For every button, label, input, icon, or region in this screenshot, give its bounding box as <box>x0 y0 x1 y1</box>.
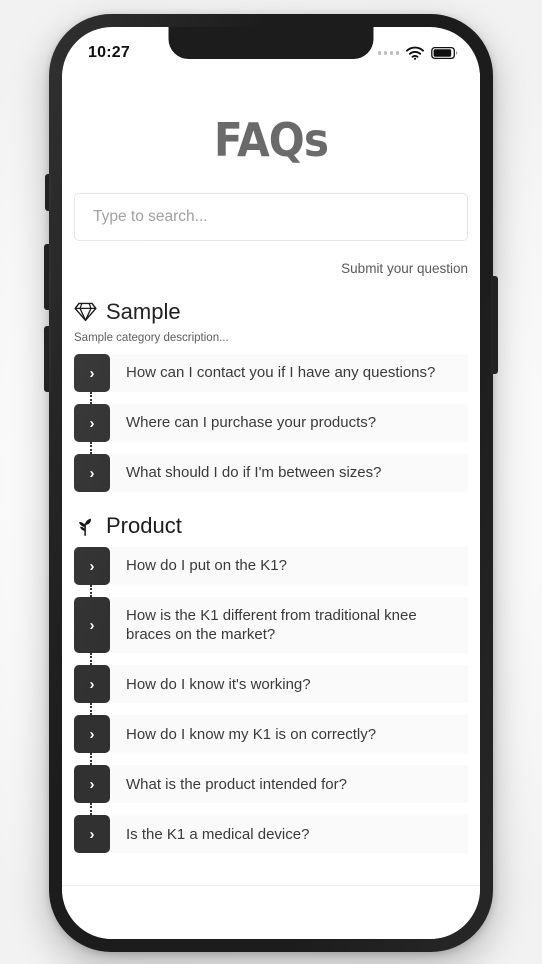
search-container <box>62 193 480 241</box>
submit-question-container: Submit your question <box>62 260 480 278</box>
faq-row[interactable]: › How is the K1 different from tradition… <box>74 597 468 666</box>
faq-question-text[interactable]: How do I know it's working? <box>110 665 468 703</box>
expand-chevron-icon[interactable]: › <box>74 547 110 585</box>
diamond-icon <box>74 302 97 322</box>
expand-chevron-icon[interactable]: › <box>74 815 110 854</box>
battery-icon <box>431 46 458 60</box>
status-time: 10:27 <box>88 44 130 61</box>
phone-device-frame: 10:27 FAQs Type to search... Submit your… <box>44 14 498 952</box>
question-list-sample: › How can I contact you if I have any qu… <box>62 354 480 492</box>
screen-notch <box>168 27 374 59</box>
faq-question-text[interactable]: Is the K1 a medical device? <box>110 815 468 853</box>
signal-dots-icon <box>377 51 399 55</box>
faq-page-content: FAQs Submit your question Sample Sample … <box>62 73 480 939</box>
category-header-sample: Sample <box>62 300 480 323</box>
faq-question-text[interactable]: How do I know my K1 is on correctly? <box>110 715 468 753</box>
faq-row[interactable]: › Is the K1 a medical device? <box>74 815 468 854</box>
category-product: Product › How do I put on the K1? › How … <box>62 514 480 854</box>
category-name: Sample <box>106 298 181 324</box>
faq-row[interactable]: › What is the product intended for? <box>74 765 468 816</box>
expand-chevron-icon[interactable]: › <box>74 665 110 704</box>
expand-chevron-icon[interactable]: › <box>74 597 110 654</box>
status-indicators <box>377 46 459 60</box>
volume-up-button[interactable] <box>44 244 51 310</box>
faq-question-text[interactable]: How is the K1 different from traditional… <box>110 597 468 653</box>
faq-row[interactable]: › How do I know my K1 is on correctly? <box>74 715 468 766</box>
expand-chevron-icon[interactable]: › <box>74 404 110 442</box>
category-name: Product <box>106 512 182 538</box>
faq-question-text[interactable]: What should I do if I'm between sizes? <box>110 454 468 492</box>
faq-row[interactable]: › How do I put on the K1? <box>74 547 468 597</box>
faq-question-text[interactable]: Where can I purchase your products? <box>110 404 468 442</box>
faq-row[interactable]: › What should I do if I'm between sizes? <box>74 454 468 492</box>
expand-chevron-icon[interactable]: › <box>74 715 110 754</box>
faq-question-text[interactable]: How do I put on the K1? <box>110 547 468 585</box>
faq-question-text[interactable]: What is the product intended for? <box>110 765 468 803</box>
page-title: FAQs <box>213 113 329 167</box>
search-input[interactable] <box>74 193 468 241</box>
seedling-icon <box>78 518 91 536</box>
wifi-icon <box>406 46 424 60</box>
expand-chevron-icon[interactable]: › <box>74 765 110 804</box>
power-button[interactable] <box>491 276 498 374</box>
silent-switch-button[interactable] <box>45 174 51 211</box>
faq-question-text[interactable]: How can I contact you if I have any ques… <box>110 354 468 392</box>
volume-down-button[interactable] <box>44 326 51 392</box>
phone-screen: 10:27 FAQs Type to search... Submit your… <box>62 27 480 939</box>
faq-row[interactable]: › How do I know it's working? <box>74 665 468 716</box>
category-sample: Sample Sample category description... › … <box>62 300 480 492</box>
bottom-spacer <box>62 886 480 926</box>
question-list-product: › How do I put on the K1? › How is the K… <box>62 547 480 854</box>
expand-chevron-icon[interactable]: › <box>74 454 110 492</box>
submit-question-link[interactable]: Submit your question <box>341 261 468 276</box>
faq-row[interactable]: › How can I contact you if I have any qu… <box>74 354 468 404</box>
faq-row[interactable]: › Where can I purchase your products? <box>74 404 468 454</box>
expand-chevron-icon[interactable]: › <box>74 354 110 392</box>
category-description: Sample category description... <box>74 332 229 344</box>
category-header-product: Product <box>62 514 480 537</box>
